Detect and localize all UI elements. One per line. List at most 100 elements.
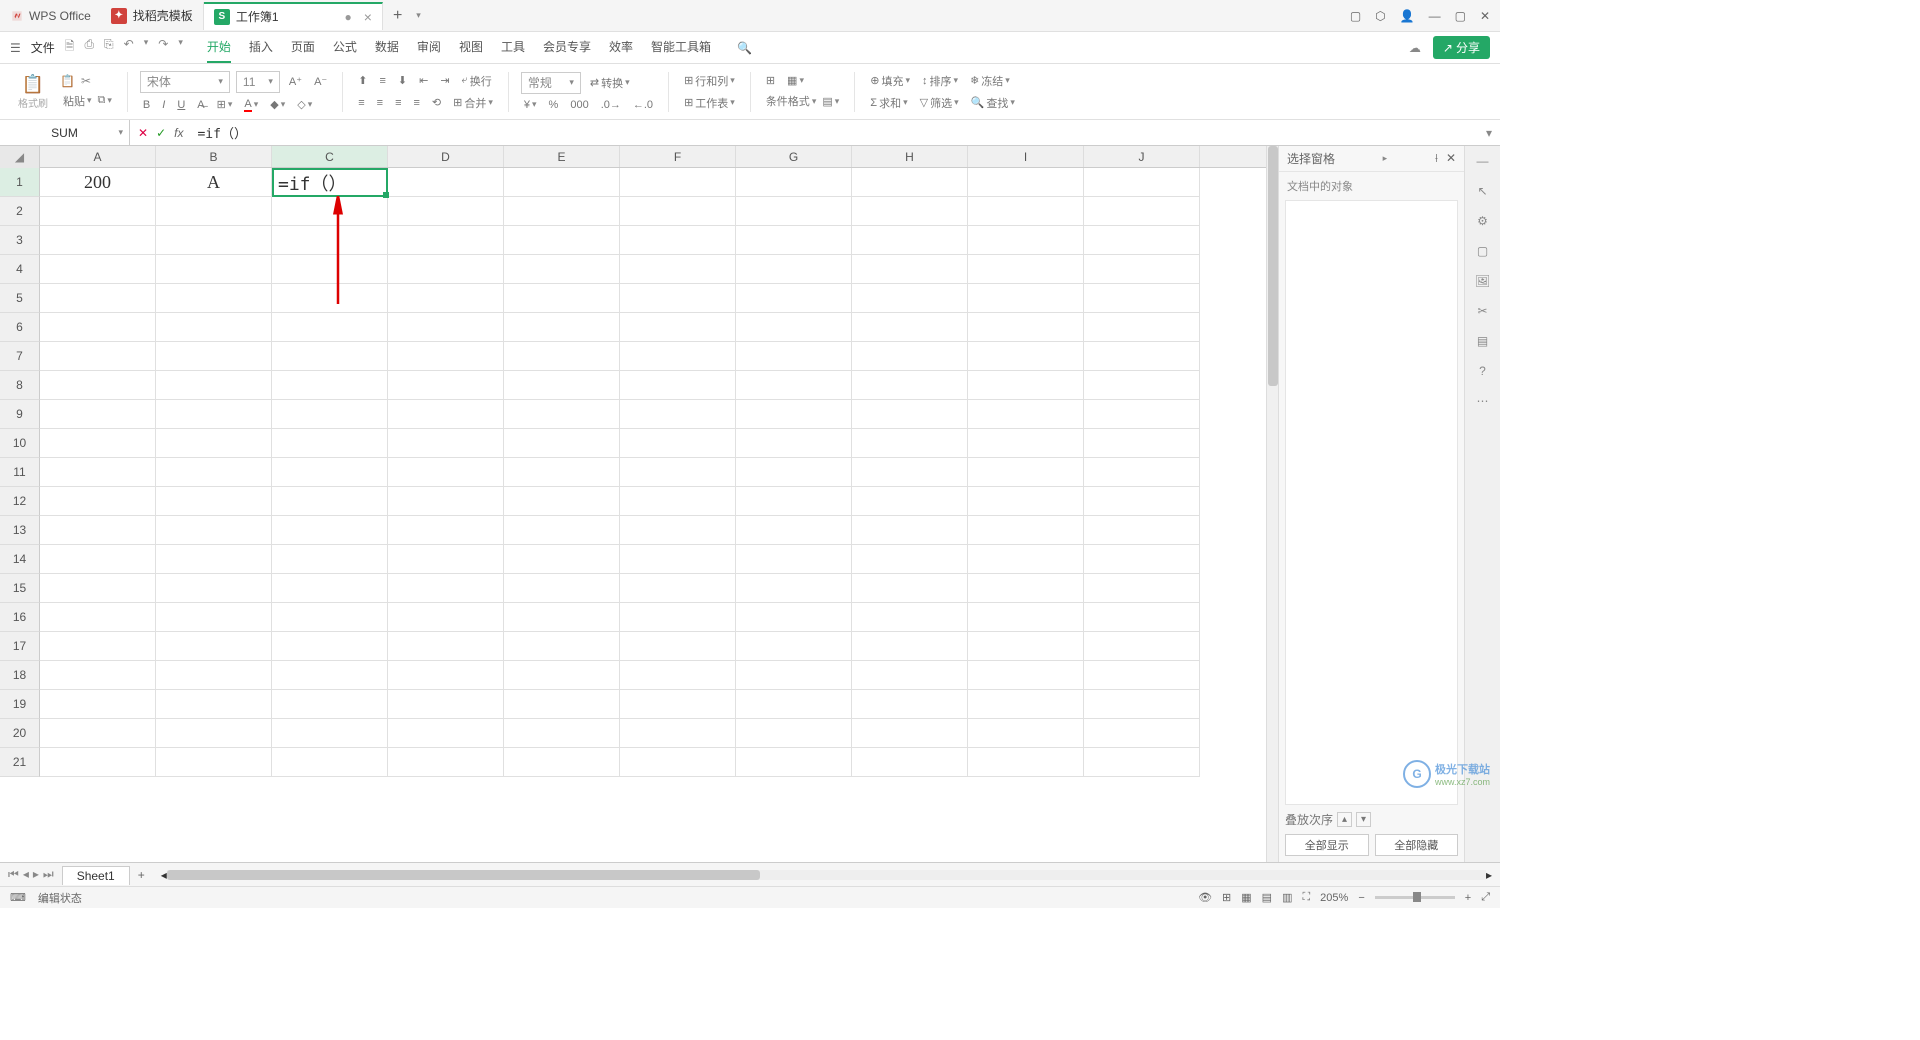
col-header-H[interactable]: H [852,146,968,167]
cell-J20[interactable] [1084,719,1200,748]
cell-F19[interactable] [620,690,736,719]
cell-E21[interactable] [504,748,620,777]
hscroll-thumb[interactable] [167,870,761,880]
cell-G3[interactable] [736,226,852,255]
cell-H5[interactable] [852,284,968,313]
cell-E9[interactable] [504,400,620,429]
cell-G21[interactable] [736,748,852,777]
col-header-B[interactable]: B [156,146,272,167]
fill-button[interactable]: ⊕ 填充▾ [867,72,913,90]
cell-D1[interactable] [388,168,504,197]
cell-G13[interactable] [736,516,852,545]
close-window-icon[interactable]: ✕ [1480,9,1490,23]
image-icon[interactable]: 🖼 [1475,274,1490,288]
cell-G19[interactable] [736,690,852,719]
cell-C14[interactable] [272,545,388,574]
tab-member[interactable]: 会员专享 [543,32,591,63]
tab-tools[interactable]: 工具 [501,32,525,63]
copy-icon[interactable]: ⧉ [98,94,106,107]
cell-H2[interactable] [852,197,968,226]
cell-D4[interactable] [388,255,504,284]
cell-H19[interactable] [852,690,968,719]
cell-A6[interactable] [40,313,156,342]
format-icon[interactable]: ▤ [822,95,832,108]
cell-J19[interactable] [1084,690,1200,719]
cell-C10[interactable] [272,429,388,458]
bold-icon[interactable]: B [140,98,153,112]
cell-B20[interactable] [156,719,272,748]
print-icon[interactable]: ⎙ [84,37,94,58]
cell-I15[interactable] [968,574,1084,603]
cell-B16[interactable] [156,603,272,632]
search-icon[interactable]: 🔍 [737,41,752,55]
row-header[interactable]: 21 [0,748,40,777]
align-justify-icon[interactable]: ≡ [411,96,423,110]
cell-H3[interactable] [852,226,968,255]
scroll-right-icon[interactable]: ▸ [1486,868,1492,882]
tab-page[interactable]: 页面 [291,32,315,63]
align-left-icon[interactable]: ≡ [355,96,367,110]
cell-B18[interactable] [156,661,272,690]
underline-icon[interactable]: U [174,98,188,112]
cell-E19[interactable] [504,690,620,719]
cell-E13[interactable] [504,516,620,545]
cell-F10[interactable] [620,429,736,458]
align-middle-icon[interactable]: ≡ [376,74,388,88]
cell-A19[interactable] [40,690,156,719]
formula-input[interactable]: =if（） [191,123,1478,142]
tab-data[interactable]: 数据 [375,32,399,63]
cell-G4[interactable] [736,255,852,284]
cell-I10[interactable] [968,429,1084,458]
cell-G7[interactable] [736,342,852,371]
cell-D19[interactable] [388,690,504,719]
cell-F15[interactable] [620,574,736,603]
file-menu[interactable]: 文件 [31,39,55,56]
cell-H18[interactable] [852,661,968,690]
tab-home[interactable]: 开始 [207,32,231,63]
keyboard-icon[interactable]: ⌨ [10,891,26,904]
align-right-icon[interactable]: ≡ [392,96,404,110]
tab-smart[interactable]: 智能工具箱 [651,32,711,63]
rows-cols-button[interactable]: ⊞ 行和列▾ [681,72,738,90]
decimal-inc-icon[interactable]: .0→ [598,98,624,112]
cell-H7[interactable] [852,342,968,371]
cell-I3[interactable] [968,226,1084,255]
cancel-formula-icon[interactable]: ✕ [138,126,148,140]
cell-H16[interactable] [852,603,968,632]
cell-C20[interactable] [272,719,388,748]
save-icon[interactable]: 🗎 [65,37,75,58]
cell-H12[interactable] [852,487,968,516]
row-header[interactable]: 19 [0,690,40,719]
cell-C11[interactable] [272,458,388,487]
cell-G9[interactable] [736,400,852,429]
cell-F20[interactable] [620,719,736,748]
cell-E20[interactable] [504,719,620,748]
cell-D15[interactable] [388,574,504,603]
name-box[interactable]: SUM ▾ [0,120,130,145]
cell-B21[interactable] [156,748,272,777]
cell-A18[interactable] [40,661,156,690]
tab-insert[interactable]: 插入 [249,32,273,63]
cell-C9[interactable] [272,400,388,429]
cell-D10[interactable] [388,429,504,458]
cell-F18[interactable] [620,661,736,690]
doc-icon[interactable]: ▤ [1477,334,1488,348]
cell-G11[interactable] [736,458,852,487]
cell-A7[interactable] [40,342,156,371]
tab-workbook[interactable]: S 工作簿1 ● × [204,2,383,30]
cell-B2[interactable] [156,197,272,226]
cell-J6[interactable] [1084,313,1200,342]
font-name-select[interactable]: 宋体▾ [140,71,230,93]
cell-J16[interactable] [1084,603,1200,632]
note-icon[interactable]: ▢ [1477,244,1488,258]
decrease-font-icon[interactable]: A⁻ [311,74,330,89]
cell-G2[interactable] [736,197,852,226]
minimize-icon[interactable]: — [1429,9,1441,23]
cell-E6[interactable] [504,313,620,342]
cell-E18[interactable] [504,661,620,690]
cell-B12[interactable] [156,487,272,516]
eye-icon[interactable]: 👁 [1198,891,1212,904]
cut-icon[interactable]: ✂ [81,74,91,88]
cell-H11[interactable] [852,458,968,487]
select-icon[interactable]: ↖ [1477,184,1487,198]
